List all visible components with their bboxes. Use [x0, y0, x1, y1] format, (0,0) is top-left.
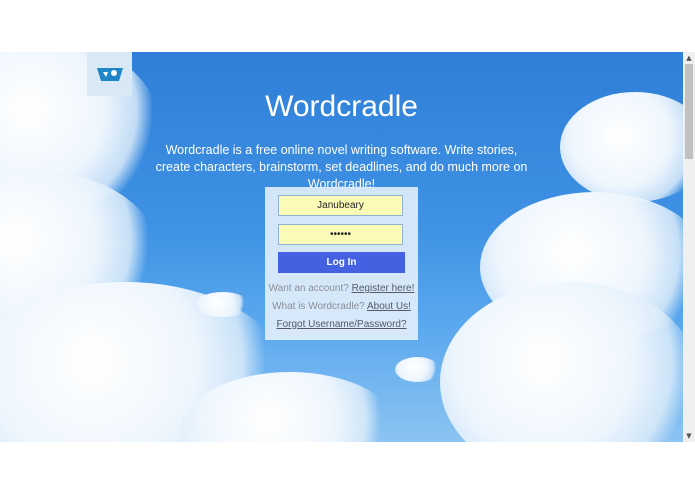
- wordcradle-logo-icon: [96, 68, 123, 81]
- about-link[interactable]: About Us!: [367, 301, 411, 312]
- about-prompt: What is Wordcradle?: [272, 301, 365, 312]
- cloud-decoration: [440, 282, 683, 442]
- login-panel: Janubeary •••••• Log In Want an account?…: [265, 187, 418, 340]
- tagline: Wordcradle is a free online novel writin…: [155, 143, 528, 191]
- password-field[interactable]: ••••••: [278, 224, 403, 245]
- cloud-decoration: [395, 357, 440, 382]
- cloud-decoration: [195, 292, 250, 317]
- username-field[interactable]: Janubeary: [278, 195, 403, 216]
- register-line: Want an account? Register here!: [265, 283, 418, 294]
- register-link[interactable]: Register here!: [352, 283, 415, 294]
- login-button[interactable]: Log In: [278, 252, 405, 273]
- about-line: What is Wordcradle? About Us!: [265, 301, 418, 312]
- vertical-scrollbar[interactable]: ▲ ▼: [683, 52, 695, 442]
- forgot-line: Forgot Username/Password?: [265, 319, 418, 330]
- page-title: Wordcradle: [265, 90, 418, 123]
- page-viewport: Wordcradle Wordcradle is a free online n…: [0, 52, 683, 442]
- forgot-password-link[interactable]: Forgot Username/Password?: [276, 319, 406, 330]
- scroll-thumb[interactable]: [685, 64, 693, 159]
- register-prompt: Want an account?: [268, 283, 349, 294]
- scroll-down-arrow-icon[interactable]: ▼: [683, 430, 695, 442]
- scroll-up-arrow-icon[interactable]: ▲: [683, 52, 695, 64]
